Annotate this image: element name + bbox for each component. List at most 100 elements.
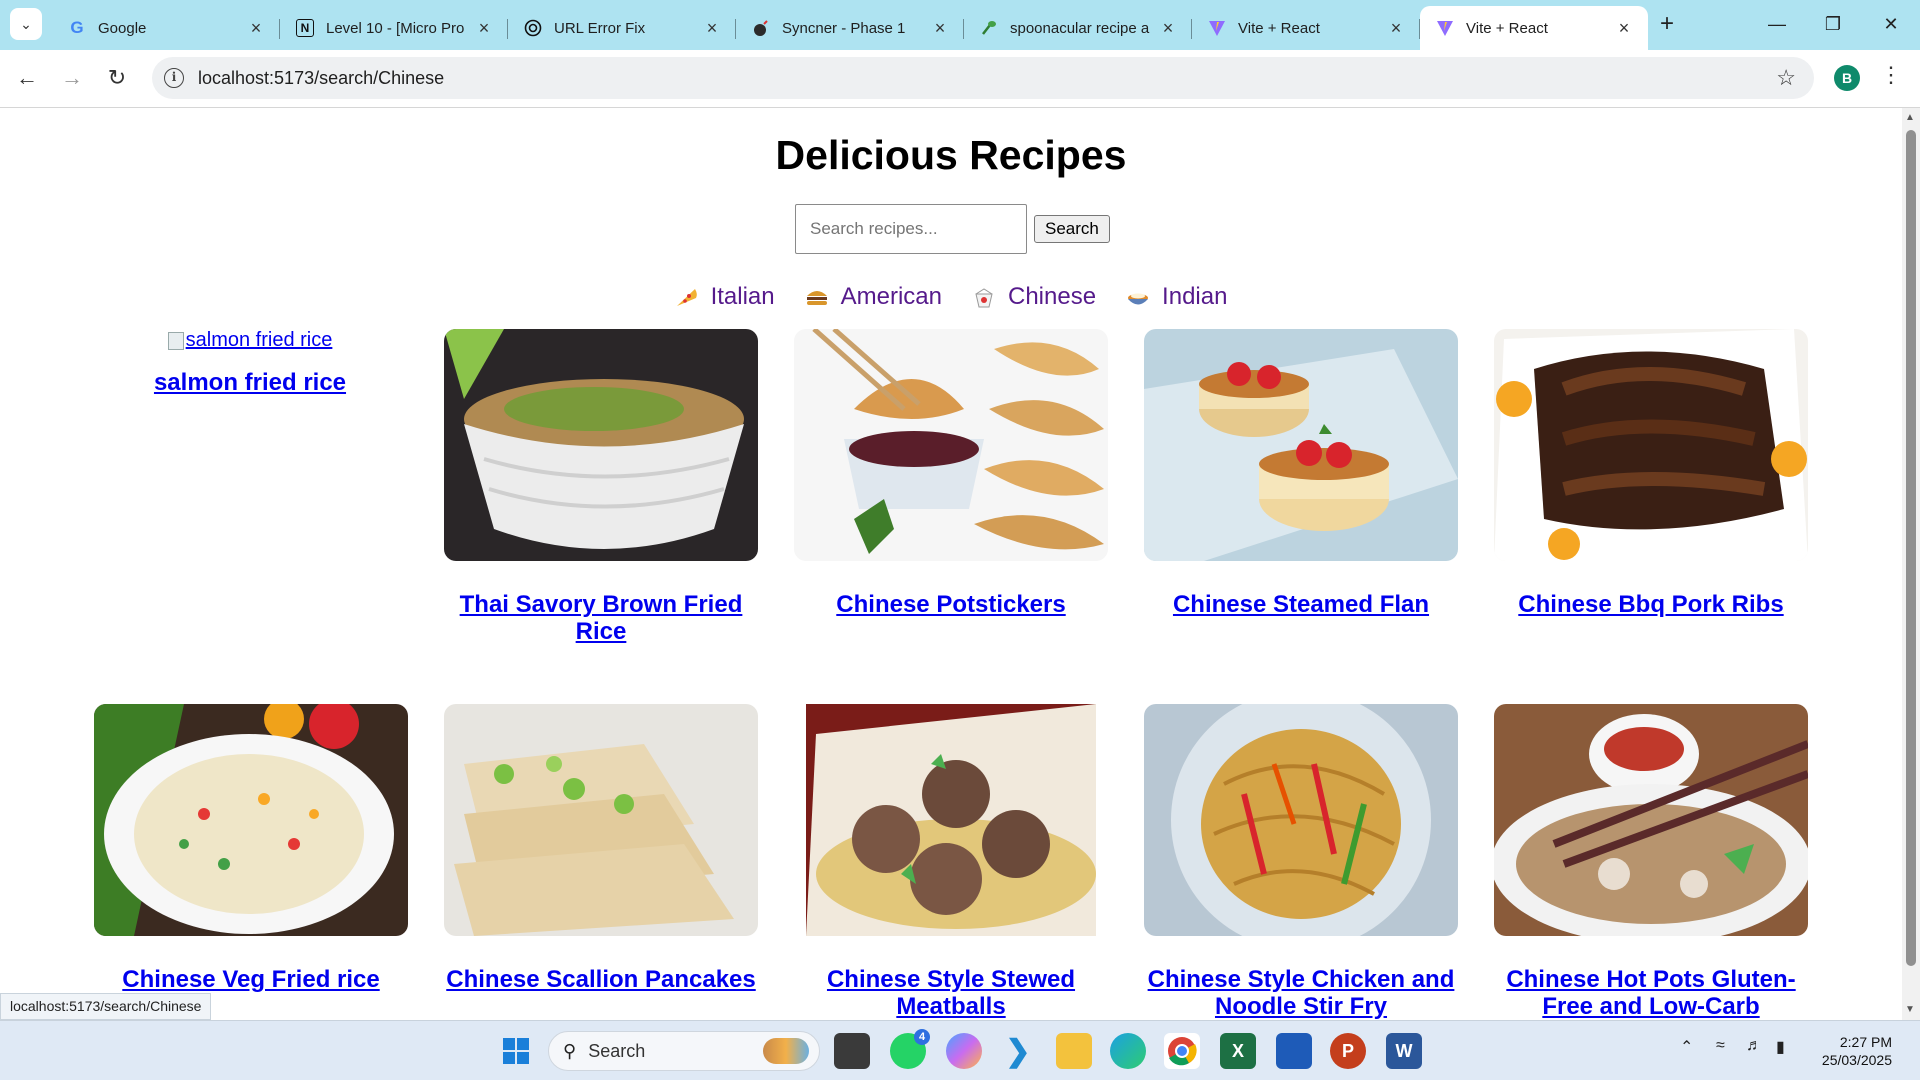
tab-list: G Google × N Level 10 - [Micro Pro × URL… <box>52 6 1648 50</box>
tab-title: Level 10 - [Micro Pro <box>326 19 465 37</box>
chrome-icon[interactable] <box>1164 1033 1200 1069</box>
recipe-card[interactable]: Chinese Veg Fried rice <box>94 704 408 993</box>
vscode-icon[interactable]: ❯ <box>1000 1033 1036 1069</box>
recipe-card[interactable]: Chinese Scallion Pancakes <box>444 704 758 993</box>
file-explorer-icon[interactable] <box>1056 1033 1092 1069</box>
chevron-up-icon[interactable]: ⌃ <box>1680 1037 1693 1057</box>
recipe-image[interactable] <box>806 704 1096 936</box>
close-icon[interactable]: × <box>246 18 266 39</box>
tab-vite-active[interactable]: Vite + React × <box>1420 6 1648 50</box>
recipe-title-link[interactable]: Thai Savory Brown Fried Rice <box>444 591 758 645</box>
close-icon[interactable]: × <box>474 18 494 39</box>
tab-title: Syncner - Phase 1 <box>782 19 906 37</box>
copilot-icon[interactable] <box>946 1033 982 1069</box>
bookmark-star-icon[interactable]: ☆ <box>1776 65 1796 91</box>
profile-avatar[interactable]: B <box>1834 65 1860 91</box>
search-button[interactable]: Search <box>1034 215 1110 243</box>
recipe-card[interactable]: Thai Savory Brown Fried Rice <box>444 329 758 645</box>
tab-title: spoonacular recipe a <box>1010 19 1150 37</box>
battery-icon[interactable]: ▮ <box>1776 1037 1785 1057</box>
cuisine-link-indian[interactable]: Indian <box>1126 283 1227 311</box>
word-icon[interactable]: W <box>1386 1033 1422 1069</box>
close-icon[interactable]: × <box>702 18 722 39</box>
recipe-title-link[interactable]: Chinese Veg Fried rice <box>94 966 408 993</box>
tab-spoonacular[interactable]: spoonacular recipe a × <box>964 6 1192 50</box>
recipe-card[interactable]: Chinese Style Stewed Meatballs <box>794 704 1108 1020</box>
recipe-image[interactable] <box>794 329 1108 561</box>
tab-syncner[interactable]: Syncner - Phase 1 × <box>736 6 964 50</box>
forward-button[interactable]: → <box>55 62 89 96</box>
recipe-image[interactable] <box>444 329 758 561</box>
tab-title: Vite + React <box>1238 19 1320 37</box>
close-window-button[interactable]: ✕ <box>1868 6 1914 42</box>
close-icon[interactable]: × <box>1614 18 1634 39</box>
restore-button[interactable]: ❐ <box>1810 6 1856 42</box>
recipe-title-link[interactable]: salmon fried rice <box>93 369 407 396</box>
cuisine-label: Italian <box>710 283 775 310</box>
scrollbar-thumb[interactable] <box>1906 130 1916 966</box>
broken-image-icon <box>167 331 184 350</box>
cuisine-link-chinese[interactable]: Chinese <box>972 283 1096 311</box>
recipe-card[interactable]: Chinese Potstickers <box>794 329 1108 618</box>
browser-menu-icon[interactable]: ⋮ <box>1880 62 1902 88</box>
recipe-card[interactable]: Chinese Steamed Flan <box>1144 329 1458 618</box>
tab-title: Google <box>98 19 147 37</box>
volume-icon[interactable]: ♬ <box>1746 1037 1762 1055</box>
recipe-image[interactable] <box>1144 329 1458 561</box>
bomb-icon <box>752 19 770 37</box>
tab-notion[interactable]: N Level 10 - [Micro Pro × <box>280 6 508 50</box>
recipe-image[interactable] <box>1144 704 1458 936</box>
recipe-title-link[interactable]: Chinese Style Stewed Meatballs <box>794 966 1108 1020</box>
search-icon: ⚲ <box>563 1040 577 1061</box>
tab-vite-1[interactable]: Vite + React × <box>1192 6 1420 50</box>
cuisine-link-american[interactable]: American <box>805 283 942 311</box>
new-tab-button[interactable]: + <box>1652 10 1682 40</box>
close-icon[interactable]: × <box>1386 18 1406 39</box>
reload-button[interactable]: ↻ <box>100 62 134 96</box>
taskbar-search[interactable]: ⚲ Search <box>548 1031 820 1071</box>
task-view-icon[interactable] <box>834 1033 870 1069</box>
wifi-icon[interactable]: ≈ <box>1716 1037 1725 1055</box>
scroll-up-icon[interactable]: ▲ <box>1905 112 1915 123</box>
recipe-title-link[interactable]: Chinese Bbq Pork Ribs <box>1494 591 1808 618</box>
search-input[interactable] <box>795 204 1027 254</box>
address-url[interactable]: localhost:5173/search/Chinese <box>198 68 444 89</box>
minimize-button[interactable]: — <box>1754 6 1800 42</box>
tab-chatgpt[interactable]: URL Error Fix × <box>508 6 736 50</box>
scroll-down-icon[interactable]: ▼ <box>1905 1004 1915 1015</box>
page-scrollbar[interactable]: ▲ ▼ <box>1902 108 1920 1020</box>
back-button[interactable]: ← <box>10 62 44 96</box>
recipe-card[interactable]: Chinese Hot Pots Gluten-Free and Low-Car… <box>1494 704 1808 1020</box>
store-icon[interactable] <box>1276 1033 1312 1069</box>
recipe-image[interactable] <box>1494 704 1808 936</box>
recipe-title-link[interactable]: Chinese Steamed Flan <box>1144 591 1458 618</box>
recipe-card[interactable]: Chinese Style Chicken and Noodle Stir Fr… <box>1144 704 1458 1020</box>
excel-icon[interactable]: X <box>1220 1033 1256 1069</box>
link-status-bubble: localhost:5173/search/Chinese <box>0 993 212 1020</box>
tab-search-button[interactable]: ⌄ <box>10 8 42 40</box>
recipe-title-link[interactable]: Chinese Hot Pots Gluten-Free and Low-Car… <box>1494 966 1808 1020</box>
recipe-title-link[interactable]: Chinese Potstickers <box>794 591 1108 618</box>
address-bar[interactable]: i localhost:5173/search/Chinese ☆ <box>152 57 1814 99</box>
recipe-card[interactable]: Chinese Bbq Pork Ribs <box>1494 329 1808 618</box>
notification-badge: 4 <box>914 1029 930 1045</box>
site-info-icon[interactable]: i <box>164 68 184 88</box>
tab-google[interactable]: G Google × <box>52 6 280 50</box>
close-icon[interactable]: × <box>930 18 950 39</box>
recipe-image[interactable] <box>94 704 408 936</box>
chevron-down-icon: ⌄ <box>20 15 32 32</box>
recipe-title-link[interactable]: Chinese Scallion Pancakes <box>444 966 758 993</box>
powerpoint-icon[interactable]: P <box>1330 1033 1366 1069</box>
edge-icon[interactable] <box>1110 1033 1146 1069</box>
recipe-title-link[interactable]: Chinese Style Chicken and Noodle Stir Fr… <box>1144 966 1458 1020</box>
burger-icon <box>805 286 829 308</box>
system-clock[interactable]: 2:27 PM 25/03/2025 <box>1812 1033 1892 1069</box>
whatsapp-icon[interactable]: 4 <box>890 1029 930 1069</box>
close-icon[interactable]: × <box>1158 18 1178 39</box>
cuisine-link-italian[interactable]: Italian <box>675 283 775 311</box>
recipe-card[interactable]: salmon fried rice salmon fried rice <box>93 329 407 396</box>
recipe-image[interactable] <box>1494 329 1808 561</box>
broken-image-link[interactable]: salmon fried rice <box>167 329 332 352</box>
recipe-image[interactable] <box>444 704 758 936</box>
windows-start-icon[interactable] <box>498 1033 534 1069</box>
